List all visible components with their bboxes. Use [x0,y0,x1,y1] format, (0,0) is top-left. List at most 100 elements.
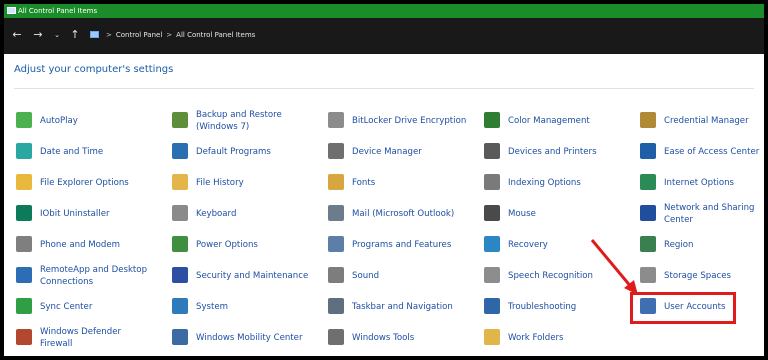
control-panel-item[interactable]: Mail (Microsoft Outlook) [328,201,478,223]
item-label[interactable]: BitLocker Drive Encryption [352,115,466,127]
item-label[interactable]: Troubleshooting [508,301,576,313]
item-label[interactable]: Ease of Access Center [664,146,759,158]
control-panel-item[interactable]: AutoPlay [16,108,166,130]
item-label[interactable]: Default Programs [196,146,271,158]
control-panel-item[interactable]: Indexing Options [484,170,634,192]
highlight-box [630,292,736,324]
control-panel-item[interactable]: File History [172,170,322,192]
item-label[interactable]: Mouse [508,208,536,220]
item-label[interactable]: Work Folders [508,332,564,344]
control-panel-item[interactable]: Internet Options [640,170,764,192]
item-label[interactable]: Region [664,239,693,251]
control-panel-item[interactable]: System [172,294,322,316]
item-label[interactable]: Taskbar and Navigation [352,301,453,313]
item-label[interactable]: Date and Time [40,146,103,158]
control-panel-item[interactable]: Windows Defender Firewall [16,325,166,350]
control-panel-item[interactable]: Default Programs [172,139,322,161]
item-label[interactable]: Programs and Features [352,239,451,251]
accessibility-icon [640,143,656,159]
item-label[interactable]: Recovery [508,239,548,251]
control-panel-item[interactable]: Ease of Access Center [640,139,764,161]
control-panel-item[interactable]: IObit Uninstaller [16,201,166,223]
microphone-icon [484,267,500,283]
file-history-icon [172,174,188,190]
window-frame: All Control Panel Items ← → ⌄ ↑ > Control… [4,4,764,356]
control-panel-item[interactable]: Backup and Restore (Windows 7) [172,108,322,133]
sync-icon [16,298,32,314]
sound-icon [328,267,344,283]
item-label[interactable]: Speech Recognition [508,270,593,282]
control-panel-item[interactable]: Keyboard [172,201,322,223]
control-panel-item[interactable]: Power Options [172,232,322,254]
item-label[interactable]: Security and Maintenance [196,270,308,282]
control-panel-item[interactable]: BitLocker Drive Encryption [328,108,478,130]
storage-icon [640,267,656,283]
control-panel-item[interactable]: File Explorer Options [16,170,166,192]
item-label[interactable]: File History [196,177,244,189]
power-icon [172,236,188,252]
control-panel-item[interactable]: Windows Mobility Center [172,325,322,347]
control-panel-item[interactable]: Sound [328,263,478,285]
item-label[interactable]: Keyboard [196,208,236,220]
printer-icon [484,143,500,159]
recovery-icon [484,236,500,252]
control-panel-item[interactable]: Color Management [484,108,634,130]
mouse-icon [484,205,500,221]
control-panel-item[interactable]: Taskbar and Navigation [328,294,478,316]
backup-icon [172,112,188,128]
control-panel-item[interactable]: Sync Center [16,294,166,316]
keyboard-icon [172,205,188,221]
item-label[interactable]: Sound [352,270,379,282]
item-label[interactable]: Phone and Modem [40,239,120,251]
item-label[interactable]: AutoPlay [40,115,78,127]
internet-icon [640,174,656,190]
item-label[interactable]: Sync Center [40,301,92,313]
item-label[interactable]: Indexing Options [508,177,581,189]
control-panel-item[interactable]: Date and Time [16,139,166,161]
item-label[interactable]: Credential Manager [664,115,749,127]
bitlocker-icon [328,112,344,128]
item-label[interactable]: RemoteApp and Desktop Connections [40,264,147,288]
control-panel-item[interactable]: Windows Tools [328,325,478,347]
item-label[interactable]: Devices and Printers [508,146,597,158]
taskbar-icon [328,298,344,314]
item-label[interactable]: Fonts [352,177,375,189]
item-label[interactable]: Windows Tools [352,332,414,344]
control-panel-item[interactable]: Fonts [328,170,478,192]
control-panel-item[interactable]: Device Manager [328,139,478,161]
control-panel-item[interactable]: Work Folders [484,325,634,347]
item-label[interactable]: Device Manager [352,146,422,158]
control-panel-item[interactable]: Region [640,232,764,254]
item-label[interactable]: Color Management [508,115,590,127]
item-label[interactable]: Power Options [196,239,258,251]
tools-icon [328,329,344,345]
control-panel-item[interactable]: Mouse [484,201,634,223]
item-label[interactable]: Network and Sharing Center [664,202,755,226]
mail-icon [328,205,344,221]
control-panel-item[interactable]: Security and Maintenance [172,263,322,285]
folder-icon [16,174,32,190]
control-panel-item[interactable]: Phone and Modem [16,232,166,254]
control-panel-item[interactable]: Recovery [484,232,634,254]
item-label[interactable]: File Explorer Options [40,177,129,189]
control-panel-item[interactable]: Troubleshooting [484,294,634,316]
item-label[interactable]: Storage Spaces [664,270,731,282]
control-panel-item[interactable]: Credential Manager [640,108,764,130]
programs-icon [328,236,344,252]
control-panel-item[interactable]: Programs and Features [328,232,478,254]
item-label[interactable]: Backup and Restore (Windows 7) [196,109,282,133]
control-panel-item[interactable]: Network and Sharing Center [640,201,764,226]
item-label[interactable]: System [196,301,228,313]
control-panel-item[interactable]: Devices and Printers [484,139,634,161]
mobility-icon [172,329,188,345]
control-panel-item[interactable]: RemoteApp and Desktop Connections [16,263,166,288]
item-label[interactable]: Windows Defender Firewall [40,326,121,350]
item-label[interactable]: Windows Mobility Center [196,332,303,344]
control-panel-item[interactable]: Storage Spaces [640,263,764,285]
control-panel-item[interactable]: Speech Recognition [484,263,634,285]
item-label[interactable]: Internet Options [664,177,734,189]
phone-icon [16,236,32,252]
fonts-icon [328,174,344,190]
item-label[interactable]: Mail (Microsoft Outlook) [352,208,454,220]
item-label[interactable]: IObit Uninstaller [40,208,110,220]
